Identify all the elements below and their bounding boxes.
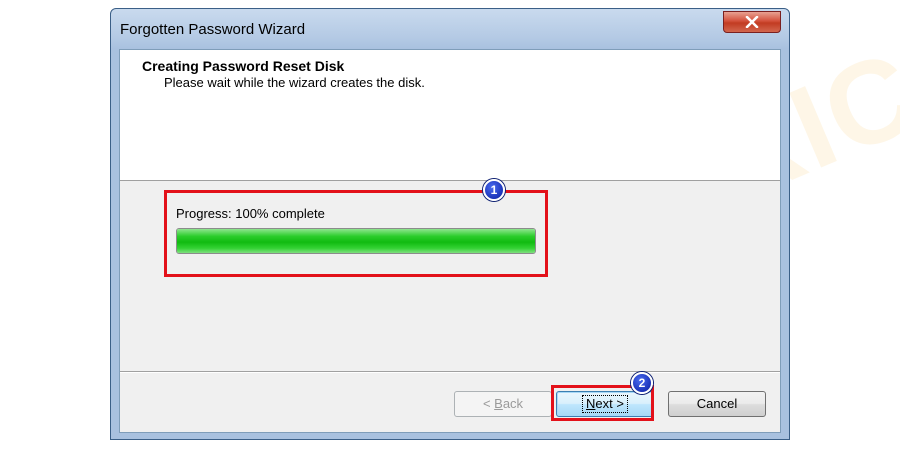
cancel-button[interactable]: Cancel (668, 391, 766, 417)
back-button-prefix: < (482, 396, 495, 411)
wizard-header-panel: Creating Password Reset Disk Please wait… (120, 50, 780, 181)
window-title: Forgotten Password Wizard (120, 21, 306, 38)
progress-highlight-box (164, 190, 548, 277)
close-button[interactable] (723, 11, 781, 33)
button-area-divider (120, 371, 780, 373)
back-button[interactable]: < Back (454, 391, 552, 417)
back-button-rest: ack (502, 396, 524, 411)
step-1-badge: 1 (483, 179, 505, 201)
page-subtitle: Please wait while the wizard creates the… (164, 75, 425, 90)
page-title: Creating Password Reset Disk (142, 58, 345, 74)
screenshot-stage: DEVICETRICKS Forgotten Password Wizard C… (0, 0, 900, 450)
close-x-icon (745, 16, 759, 28)
title-bar[interactable]: Forgotten Password Wizard (111, 9, 789, 49)
back-button-accel: B (494, 396, 503, 411)
step-2-badge: 2 (631, 372, 653, 394)
